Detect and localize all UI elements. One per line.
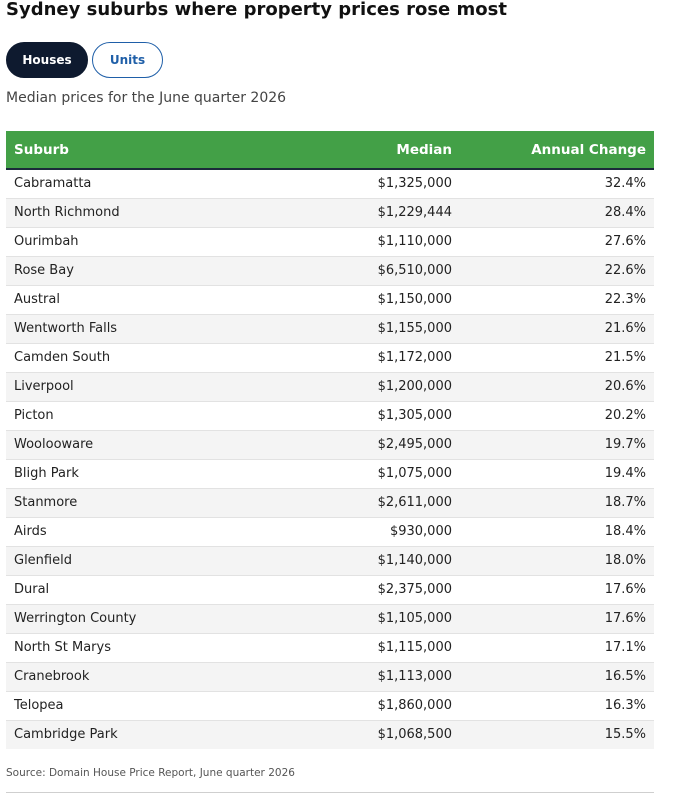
- table-row: Stanmore $2,611,000 18.7%: [6, 488, 654, 517]
- median-price-cell: $1,075,000: [377, 466, 452, 481]
- table-row: Rose Bay $6,510,000 22.6%: [6, 256, 654, 285]
- table-row: Telopea $1,860,000 16.3%: [6, 691, 654, 720]
- table-row: Werrington County $1,105,000 17.6%: [6, 604, 654, 633]
- table-row: Cranebrook $1,113,000 16.5%: [6, 662, 654, 691]
- table-row: Bligh Park $1,075,000 19.4%: [6, 459, 654, 488]
- table-row: Liverpool $1,200,000 20.6%: [6, 372, 654, 401]
- table-subtitle: Median prices for the June quarter 2026: [6, 90, 287, 106]
- table-row: North St Marys $1,115,000 17.1%: [6, 633, 654, 662]
- annual-change-cell: 28.4%: [604, 205, 646, 220]
- page-title: Sydney suburbs where property prices ros…: [6, 0, 507, 20]
- table-row: North Richmond $1,229,444 28.4%: [6, 198, 654, 227]
- suburb-cell: Austral: [14, 292, 60, 307]
- suburb-cell: Cranebrook: [14, 669, 90, 684]
- suburb-cell: Liverpool: [14, 379, 74, 394]
- annual-change-cell: 18.4%: [604, 524, 646, 539]
- median-price-cell: $1,140,000: [377, 553, 452, 568]
- median-price-cell: $1,155,000: [377, 321, 452, 336]
- median-price-cell: $1,172,000: [377, 350, 452, 365]
- annual-change-cell: 18.0%: [604, 553, 646, 568]
- annual-change-cell: 32.4%: [604, 176, 646, 192]
- annual-change-cell: 17.6%: [604, 611, 646, 626]
- table-row: Dural $2,375,000 17.6%: [6, 575, 654, 604]
- annual-change-cell: 19.7%: [604, 437, 646, 452]
- median-price-cell: $1,115,000: [377, 640, 452, 655]
- annual-change-cell: 27.6%: [604, 234, 646, 249]
- median-price-cell: $930,000: [389, 524, 452, 539]
- annual-change-cell: 21.6%: [604, 321, 646, 336]
- median-price-cell: $1,860,000: [377, 698, 452, 713]
- median-price-cell: $1,150,000: [377, 292, 452, 307]
- table-row: Ourimbah $1,110,000 27.6%: [6, 227, 654, 256]
- suburb-cell: Woolooware: [14, 437, 94, 452]
- annual-change-cell: 16.3%: [604, 698, 646, 713]
- bottom-divider: [6, 792, 654, 793]
- suburb-cell: Glenfield: [14, 553, 72, 568]
- annual-change-cell: 20.6%: [604, 379, 646, 394]
- column-header-suburb: Suburb: [14, 141, 69, 158]
- table-header-row: Suburb Median Annual Change: [6, 131, 654, 169]
- price-table: Suburb Median Annual Change Cabramatta $1…: [6, 131, 654, 749]
- units-toggle-button[interactable]: Units: [92, 42, 163, 78]
- median-price-cell: $6,510,000: [377, 263, 452, 278]
- suburb-cell: Stanmore: [14, 495, 78, 510]
- column-header-median: Median: [396, 141, 452, 158]
- suburb-cell: Camden South: [14, 350, 111, 365]
- annual-change-cell: 21.5%: [604, 350, 646, 365]
- median-price-cell: $2,375,000: [377, 582, 452, 597]
- suburb-cell: North Richmond: [14, 205, 120, 220]
- annual-change-cell: 17.1%: [604, 640, 646, 655]
- annual-change-cell: 15.5%: [604, 727, 646, 743]
- suburb-cell: North St Marys: [14, 640, 111, 655]
- table-row: Airds $930,000 18.4%: [6, 517, 654, 546]
- median-price-cell: $1,200,000: [377, 379, 452, 394]
- suburb-cell: Telopea: [14, 698, 64, 713]
- table-row: Wentworth Falls $1,155,000 21.6%: [6, 314, 654, 343]
- suburb-cell: Wentworth Falls: [14, 321, 118, 336]
- median-price-cell: $1,305,000: [377, 408, 452, 423]
- annual-change-cell: 22.3%: [604, 292, 646, 307]
- suburb-cell: Ourimbah: [14, 234, 79, 249]
- median-price-cell: $1,105,000: [377, 611, 452, 626]
- annual-change-cell: 19.4%: [604, 466, 646, 481]
- suburb-cell: Bligh Park: [14, 466, 79, 481]
- table-row: Cabramatta $1,325,000 32.4%: [6, 169, 654, 198]
- suburb-cell: Rose Bay: [14, 263, 74, 278]
- median-price-cell: $1,113,000: [377, 669, 452, 684]
- source-note: Source: Domain House Price Report, June …: [6, 767, 295, 779]
- suburb-cell: Airds: [14, 524, 47, 539]
- annual-change-cell: 20.2%: [604, 408, 646, 423]
- houses-toggle-button[interactable]: Houses: [6, 42, 88, 78]
- column-header-annual-change: Annual Change: [531, 141, 646, 158]
- suburb-cell: Picton: [14, 408, 54, 423]
- table-row: Camden South $1,172,000 21.5%: [6, 343, 654, 372]
- annual-change-cell: 18.7%: [604, 495, 646, 510]
- annual-change-cell: 17.6%: [604, 582, 646, 597]
- suburb-cell: Cambridge Park: [14, 727, 118, 743]
- suburb-cell: Dural: [14, 582, 50, 597]
- table-row: Woolooware $2,495,000 19.7%: [6, 430, 654, 459]
- suburb-cell: Werrington County: [14, 611, 137, 626]
- median-price-cell: $1,325,000: [377, 176, 452, 192]
- median-price-cell: $1,068,500: [377, 727, 452, 743]
- median-price-cell: $1,229,444: [377, 205, 452, 220]
- median-price-cell: $2,495,000: [377, 437, 452, 452]
- annual-change-cell: 16.5%: [604, 669, 646, 684]
- table-body: Cabramatta $1,325,000 32.4% North Richmond $…: [6, 169, 654, 749]
- table-row: Austral $1,150,000 22.3%: [6, 285, 654, 314]
- suburb-cell: Cabramatta: [14, 176, 92, 192]
- table-row: Picton $1,305,000 20.2%: [6, 401, 654, 430]
- annual-change-cell: 22.6%: [604, 263, 646, 278]
- table-row: Glenfield $1,140,000 18.0%: [6, 546, 654, 575]
- median-price-cell: $2,611,000: [377, 495, 452, 510]
- median-price-cell: $1,110,000: [377, 234, 452, 249]
- table-row: Cambridge Park $1,068,500 15.5%: [6, 720, 654, 749]
